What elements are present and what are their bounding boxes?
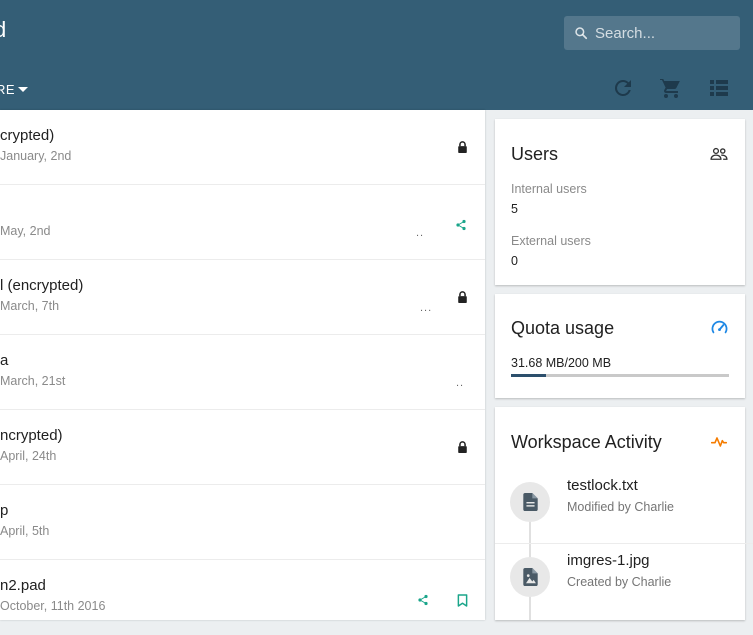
users-card: Users Internal users 5 External users 0	[495, 119, 745, 285]
cart-icon[interactable]	[659, 76, 683, 100]
internal-users-label: Internal users	[511, 182, 587, 196]
activity-pulse-icon	[711, 437, 727, 447]
refresh-icon[interactable]	[611, 76, 635, 100]
activity-file-name[interactable]: testlock.txt	[567, 477, 638, 494]
list-item[interactable]: p April, 5th	[0, 485, 485, 560]
internal-users-value: 5	[511, 202, 518, 216]
list-item[interactable]: May, 2nd ..	[0, 185, 485, 260]
item-date: April, 5th	[0, 524, 50, 538]
lock-icon	[458, 441, 467, 453]
lock-icon	[458, 141, 467, 153]
list-item[interactable]: crypted) January, 2nd	[0, 110, 485, 185]
caret-down-icon	[18, 87, 29, 92]
list-item[interactable]: ncrypted) April, 24th	[0, 410, 485, 485]
search-icon	[575, 27, 588, 40]
more-menu-label: RE	[0, 82, 16, 97]
activity-detail: Modified by Charlie	[567, 500, 674, 514]
share-icon[interactable]	[417, 594, 429, 606]
item-date: March, 7th	[0, 299, 60, 313]
list-item[interactable]: a March, 21st ..	[0, 335, 485, 410]
list-item[interactable]: n2.pad October, 11th 2016	[0, 560, 485, 635]
item-date: October, 11th 2016	[0, 599, 106, 613]
item-title[interactable]: p	[0, 502, 8, 519]
activity-item[interactable]: testlock.txt Modified by Charlie	[495, 469, 753, 544]
app-title: d	[0, 17, 7, 42]
search-placeholder[interactable]: Search...	[595, 25, 655, 42]
list-item[interactable]: l (encrypted) March, 7th ...	[0, 260, 485, 335]
bookmark-icon[interactable]	[457, 594, 468, 607]
external-users-label: External users	[511, 234, 591, 248]
more-options-icon[interactable]: ..	[416, 227, 424, 239]
top-header: d Search... RE	[0, 0, 753, 110]
share-icon[interactable]	[455, 219, 467, 231]
item-title[interactable]: ncrypted)	[0, 427, 63, 444]
activity-avatar	[510, 557, 550, 597]
lock-icon	[458, 291, 467, 303]
quota-progress-fill	[511, 374, 546, 377]
activity-detail: Created by Charlie	[567, 575, 672, 589]
workspace-activity-card: Workspace Activity testlock.txt Modified…	[495, 407, 753, 620]
pad-list: crypted) January, 2nd May, 2nd .. l (enc…	[0, 110, 485, 620]
item-date: March, 21st	[0, 374, 66, 388]
quota-progress-bar	[511, 374, 729, 377]
users-icon	[710, 147, 728, 160]
more-options-icon[interactable]: ...	[420, 302, 432, 314]
item-title[interactable]: crypted)	[0, 127, 54, 144]
item-date: May, 2nd	[0, 224, 51, 238]
search-box[interactable]: Search...	[564, 16, 740, 50]
document-icon	[522, 493, 538, 511]
speedometer-icon	[711, 320, 728, 334]
image-file-icon	[522, 568, 538, 586]
activity-item[interactable]: imgres-1.jpg Created by Charlie	[495, 544, 753, 619]
item-date: January, 2nd	[0, 149, 72, 163]
activity-avatar	[510, 482, 550, 522]
more-options-icon[interactable]: ..	[456, 377, 464, 389]
activity-file-name[interactable]: imgres-1.jpg	[567, 552, 650, 569]
quota-usage-text: 31.68 MB/200 MB	[511, 356, 612, 370]
item-title[interactable]: n2.pad	[0, 577, 46, 594]
list-view-icon[interactable]	[707, 76, 731, 100]
item-date: April, 24th	[0, 449, 57, 463]
activity-card-title: Workspace Activity	[511, 432, 662, 452]
more-menu-button[interactable]: RE	[0, 82, 29, 97]
item-title[interactable]: a	[0, 352, 8, 369]
external-users-value: 0	[511, 254, 518, 268]
quota-card-title: Quota usage	[511, 318, 615, 338]
quota-card: Quota usage 31.68 MB/200 MB	[495, 294, 745, 398]
users-card-title: Users	[511, 144, 559, 164]
item-title[interactable]: l (encrypted)	[0, 277, 83, 294]
